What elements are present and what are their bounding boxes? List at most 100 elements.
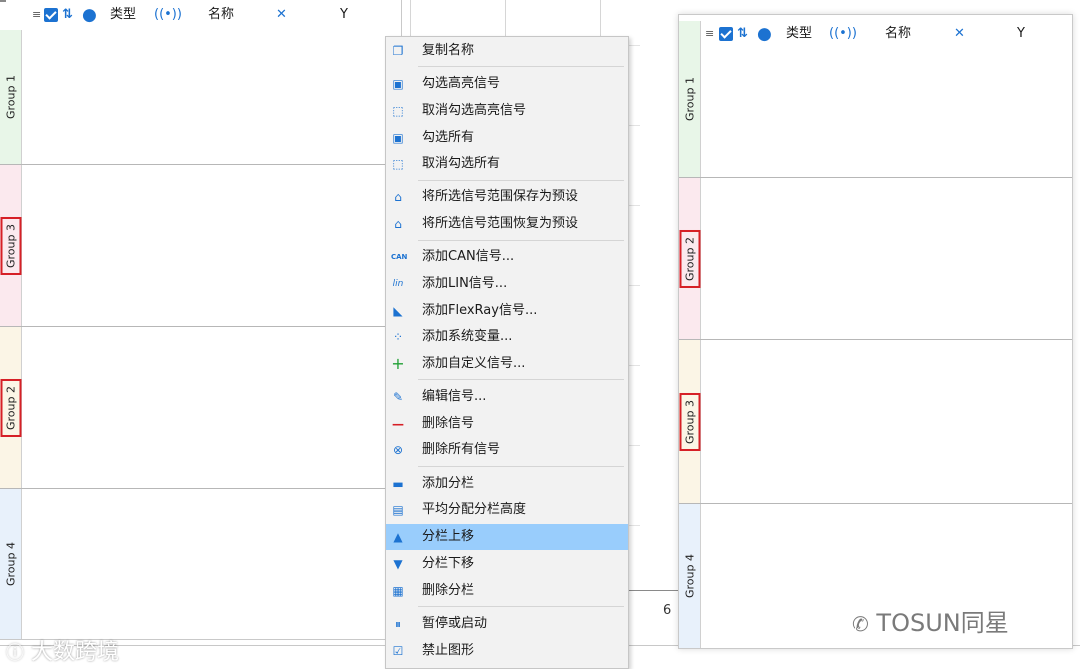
- dashed-square-icon: ⬚: [392, 104, 404, 118]
- signal-list-header: ≡ ⇅ ● 类型 ((•)) 名称 ✕ Y: [0, 0, 401, 30]
- palette-icon[interactable]: ●: [82, 0, 97, 30]
- group-row-1[interactable]: Group 1: [679, 21, 701, 177]
- menu-item-delete-all-signals[interactable]: ⊗ 删除所有信号: [386, 437, 628, 463]
- axis-icon: ✕: [276, 7, 287, 22]
- menu-item-add-split[interactable]: ▬ 添加分栏: [386, 471, 628, 497]
- menu-item-add-lin[interactable]: lin 添加LIN信号...: [386, 271, 628, 297]
- pause-icon: ⏸: [394, 617, 401, 631]
- axis-icon: ✕: [954, 26, 965, 41]
- group-row-4[interactable]: Group 4: [0, 489, 22, 639]
- signal-list-header: ≡ ⇅ ● 类型 ((•)) 名称 ✕ Y: [679, 19, 1072, 49]
- minus-icon: —: [392, 417, 404, 431]
- menu-separator: [418, 66, 624, 67]
- group-row-3[interactable]: Group 2: [0, 327, 22, 488]
- menu-item-move-split-up[interactable]: ▲ 分栏上移: [386, 524, 628, 550]
- list-menu-icon[interactable]: ≡: [32, 0, 41, 30]
- menu-item-uncheck-all[interactable]: ⬚ 取消勾选所有: [386, 151, 628, 177]
- add-split-icon: ▬: [392, 477, 404, 491]
- left-signal-panel: ≡ ⇅ ● 类型 ((•)) 名称 ✕ Y Group 1 Group 3 Gr…: [0, 0, 402, 640]
- menu-separator: [418, 379, 624, 380]
- column-name-header[interactable]: 名称: [885, 19, 911, 49]
- copy-icon: ❐: [392, 44, 404, 58]
- menu-item-save-preset[interactable]: ⌂ 将所选信号范围保存为预设: [386, 184, 628, 210]
- menu-item-pause-start[interactable]: ⏸ 暂停或启动: [386, 611, 628, 637]
- group-divider[interactable]: [0, 326, 401, 327]
- dashed-square-icon: ⬚: [392, 157, 404, 171]
- menu-item-delete-signal[interactable]: — 删除信号: [386, 411, 628, 437]
- plus-icon: +: [391, 354, 405, 373]
- menu-item-check-all[interactable]: ▣ 勾选所有: [386, 125, 628, 151]
- dots-icon: ⁘: [392, 330, 404, 344]
- group-row-2[interactable]: Group 2: [679, 178, 701, 339]
- group-row-3[interactable]: Group 3: [679, 340, 701, 503]
- menu-separator: [418, 466, 624, 467]
- menu-separator: [418, 606, 624, 607]
- palette-icon[interactable]: ●: [757, 19, 772, 49]
- sort-icon[interactable]: ⇅: [737, 19, 748, 49]
- triangle-down-icon: ▼: [393, 557, 403, 571]
- sort-icon[interactable]: ⇅: [62, 0, 73, 30]
- menu-separator: [418, 240, 624, 241]
- menu-item-copy-name[interactable]: ❐ 复制名称: [386, 38, 628, 64]
- column-name-header[interactable]: 名称: [208, 0, 234, 30]
- flexray-icon: ◣: [393, 304, 403, 318]
- lin-icon: lin: [392, 279, 404, 289]
- menu-item-edit-signal[interactable]: ✎ 编辑信号...: [386, 384, 628, 410]
- group-divider[interactable]: [679, 177, 1072, 178]
- home-outline-icon: ⌂: [394, 217, 402, 231]
- menu-item-check-highlighted[interactable]: ▣ 勾选高亮信号: [386, 71, 628, 97]
- menu-item-uncheck-highlighted[interactable]: ⬚ 取消勾选高亮信号: [386, 98, 628, 124]
- context-menu: ❐ 复制名称 ▣ 勾选高亮信号 ⬚ 取消勾选高亮信号 ▣ 勾选所有 ⬚ 取消勾选…: [385, 36, 629, 669]
- grid-line: [600, 0, 601, 40]
- equal-split-icon: ▤: [392, 503, 404, 517]
- group-label-highlighted: Group 2: [679, 229, 700, 288]
- check-square-icon: ▣: [392, 77, 404, 91]
- group-label: Group 1: [4, 75, 17, 119]
- group-label-highlighted: Group 2: [0, 378, 21, 437]
- check-all-icon[interactable]: [719, 19, 733, 49]
- menu-item-equal-split-height[interactable]: ▤ 平均分配分栏高度: [386, 497, 628, 523]
- group-row-1[interactable]: Group 1: [0, 30, 22, 164]
- list-menu-icon[interactable]: ≡: [705, 19, 714, 49]
- menu-item-add-can[interactable]: CAN 添加CAN信号...: [386, 244, 628, 270]
- grid-icon: ▦: [392, 584, 404, 598]
- menu-separator: [418, 180, 624, 181]
- group-divider[interactable]: [0, 164, 401, 165]
- logo-icon: ⓘ: [6, 643, 24, 664]
- group-row-4[interactable]: Group 4: [679, 504, 701, 648]
- menu-item-restore-preset[interactable]: ⌂ 将所选信号范围恢复为预设: [386, 211, 628, 237]
- menu-item-disable-graphics[interactable]: ☑ 禁止图形: [386, 638, 628, 664]
- menu-item-add-flexray[interactable]: ◣ 添加FlexRay信号...: [386, 298, 628, 324]
- menu-item-delete-split[interactable]: ▦ 删除分栏: [386, 578, 628, 604]
- checkbox-icon: ☑: [392, 644, 404, 658]
- right-signal-panel: ≡ ⇅ ● 类型 ((•)) 名称 ✕ Y Group 1 Group 2 Gr…: [678, 14, 1073, 649]
- group-divider[interactable]: [679, 339, 1072, 340]
- menu-item-add-custom-signal[interactable]: + 添加自定义信号...: [386, 351, 628, 377]
- check-square-icon: ▣: [392, 131, 404, 145]
- menu-item-move-split-down[interactable]: ▼ 分栏下移: [386, 551, 628, 577]
- group-label-highlighted: Group 3: [679, 392, 700, 451]
- signal-icon: ((•)): [829, 26, 857, 41]
- column-type-header[interactable]: 类型: [110, 0, 136, 30]
- group-label: Group 4: [683, 554, 696, 598]
- group-label: Group 1: [683, 77, 696, 121]
- wechat-icon: ✆: [852, 612, 869, 636]
- x-circle-icon: ⊗: [392, 443, 404, 457]
- column-y-header[interactable]: Y: [1017, 19, 1025, 49]
- pencil-icon: ✎: [392, 390, 404, 404]
- menu-item-add-system-variable[interactable]: ⁘ 添加系统变量...: [386, 324, 628, 350]
- can-icon: CAN: [391, 253, 408, 261]
- x-axis-tick-label: 6: [663, 603, 672, 618]
- group-divider[interactable]: [679, 503, 1072, 504]
- group-row-2[interactable]: Group 3: [0, 165, 22, 326]
- signal-icon: ((•)): [154, 7, 182, 22]
- column-type-header[interactable]: 类型: [786, 19, 812, 49]
- triangle-up-icon: ▲: [393, 530, 403, 544]
- check-all-icon[interactable]: [44, 0, 58, 30]
- home-filled-icon: ⌂: [394, 190, 402, 204]
- group-label: Group 4: [4, 542, 17, 586]
- group-divider[interactable]: [0, 488, 401, 489]
- group-label-highlighted: Group 3: [0, 216, 21, 275]
- column-y-header[interactable]: Y: [340, 0, 348, 30]
- watermark-left: ⓘ 大数跨境: [6, 640, 120, 665]
